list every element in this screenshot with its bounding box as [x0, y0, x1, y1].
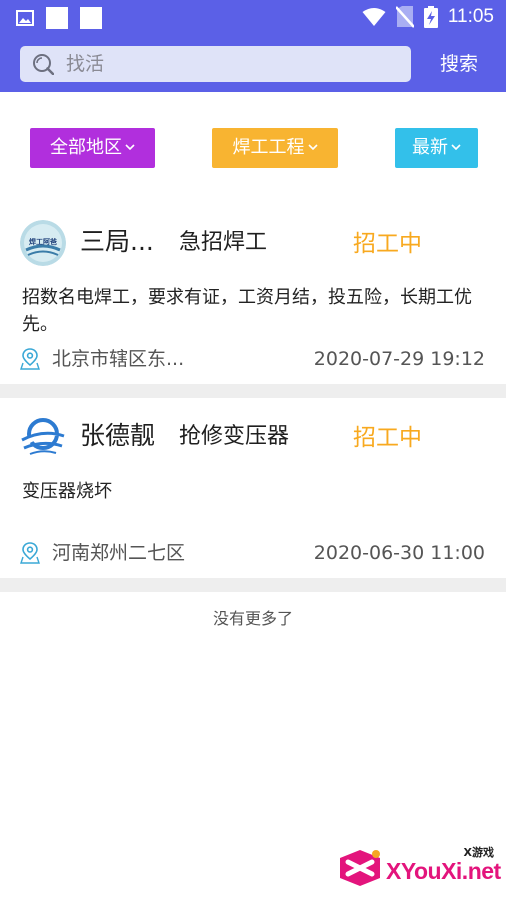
battery-charging-icon — [423, 6, 438, 28]
region-filter-dropdown[interactable]: 全部地区 — [30, 128, 155, 168]
company-logo: 焊工阿爸 — [20, 220, 66, 266]
sort-filter-label: 最新 — [412, 137, 448, 158]
status-bar-left — [16, 7, 102, 29]
watermark-text: XYouXi.net — [386, 858, 501, 884]
job-card[interactable]: 张德靓 抢修变压器 招工中 变压器烧坏 河南郑州二七区 2020-06-30 1… — [0, 398, 506, 578]
chevron-down-icon — [125, 144, 135, 150]
job-location: 河南郑州二七区 — [52, 542, 186, 564]
job-description: 变压器烧坏 — [22, 481, 112, 502]
watermark-logo — [340, 850, 380, 886]
location-pin-icon — [20, 348, 40, 370]
poster-name: 三局... — [80, 227, 154, 256]
gallery-icon — [16, 10, 34, 26]
search-icon — [33, 54, 54, 75]
search-button[interactable]: 搜索 — [428, 44, 490, 84]
search-header: 搜索 — [0, 36, 506, 92]
avatar — [20, 414, 66, 460]
status-bar: 11:05 — [0, 0, 506, 36]
watermark: X游戏 XYouXi.net — [336, 840, 502, 896]
divider — [0, 384, 506, 398]
clock: 11:05 — [447, 6, 494, 27]
trade-filter-dropdown[interactable]: 焊工工程 — [212, 128, 338, 168]
location-pin-icon — [20, 542, 40, 564]
job-timestamp: 2020-06-30 11:00 — [313, 542, 485, 564]
status-bar-right: 11:05 — [362, 6, 494, 28]
wifi-icon — [362, 8, 386, 26]
trade-filter-label: 焊工工程 — [232, 137, 305, 158]
notification-square-icon — [80, 7, 102, 29]
status-badge: 招工中 — [353, 231, 422, 257]
notification-square-icon — [46, 7, 68, 29]
region-filter-label: 全部地区 — [50, 137, 122, 158]
poster-name: 张德靓 — [80, 421, 156, 450]
search-input[interactable] — [66, 50, 396, 78]
job-timestamp: 2020-07-29 19:12 — [313, 348, 485, 370]
status-badge: 招工中 — [353, 425, 422, 451]
job-card[interactable]: 焊工阿爸 三局... 急招焊工 招工中 招数名电焊工，要求有证，工资月结，投五险… — [0, 204, 506, 384]
search-box[interactable] — [20, 46, 411, 82]
divider — [0, 578, 506, 592]
list-end-text: 没有更多了 — [212, 609, 293, 628]
chevron-down-icon — [451, 144, 461, 150]
company-logo — [21, 418, 65, 455]
chevron-down-icon — [307, 144, 318, 150]
job-title: 抢修变压器 — [179, 424, 290, 449]
job-description: 招数名电焊工，要求有证，工资月结，投五险，长期工优先。 — [22, 287, 472, 335]
job-title: 急招焊工 — [179, 230, 268, 255]
avatar-text: 焊工阿爸 — [29, 237, 57, 246]
job-location: 北京市辖区东... — [52, 348, 185, 370]
no-sim-icon — [395, 6, 414, 28]
sort-filter-dropdown[interactable]: 最新 — [395, 128, 478, 168]
avatar: 焊工阿爸 — [20, 220, 66, 266]
